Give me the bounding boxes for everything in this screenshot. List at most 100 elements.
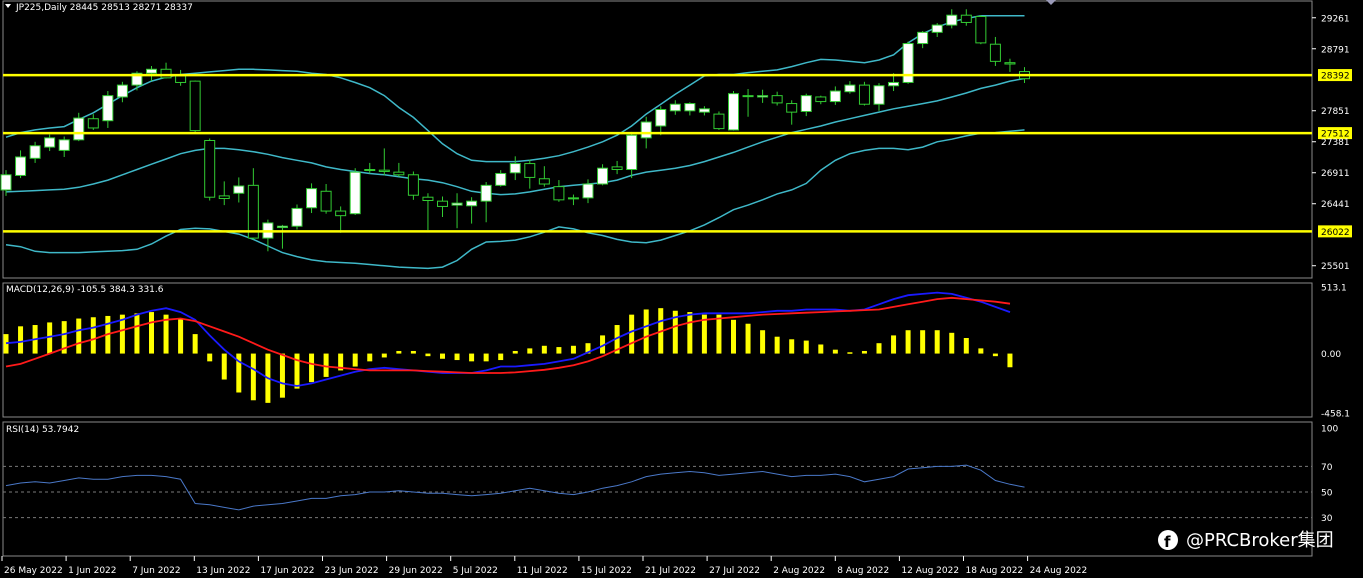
macd-histogram-bar [978,348,984,354]
macd-histogram-bar [847,352,853,354]
date-label: 8 Aug 2022 [837,566,889,576]
macd-histogram-bar [323,353,329,377]
macd-histogram-bar [876,343,882,354]
date-label: 23 Jun 2022 [325,566,379,576]
macd-histogram-bar [861,350,867,354]
date-label: 24 Aug 2022 [1030,566,1088,576]
candle-body [538,178,550,185]
candle-body [873,85,885,105]
rsi-tick-label: 30 [1321,514,1333,524]
candle-body [480,184,492,202]
macd-histogram-bar [949,332,955,354]
candle-body [844,84,856,93]
candle-body [902,43,914,83]
candle-body [204,139,216,198]
macd-histogram-bar [803,340,809,354]
macd-histogram-bar [396,350,402,354]
macd-histogram-bar [149,312,154,354]
candle-body [553,186,565,201]
macd-label: MACD(12,26,9) -105.5 384.3 331.6 [6,285,164,295]
candle-body [335,210,347,217]
candle-body [0,174,12,191]
candle-body [786,103,798,113]
candle-body [189,80,201,132]
candle-body [422,196,434,202]
price-tick-label: 26911 [1321,169,1350,179]
macd-tick-label: 0.00 [1321,350,1341,360]
macd-histogram-bar [76,318,82,354]
macd-histogram-bar [192,334,198,354]
symbol-label: JP225,Daily 28445 28513 28271 28337 [15,3,193,13]
macd-histogram-bar [789,339,795,354]
macd-histogram-bar [1007,353,1013,368]
candle-body [655,108,667,127]
candle-body [146,68,157,74]
price-tick-label: 27851 [1321,107,1350,117]
candle-body [451,202,463,206]
candle-body [509,163,521,174]
candle-body [946,14,958,26]
rsi-label: RSI(14) 53.7942 [6,425,79,435]
macd-histogram-bar [920,330,926,354]
macd-histogram-bar [891,335,897,354]
macd-histogram-bar [279,353,285,398]
macd-histogram-bar [774,336,780,354]
candle-body [393,171,405,176]
candle-body [713,113,725,130]
candle-body [888,81,900,87]
date-label: 29 Jun 2022 [389,566,443,576]
price-level-tag-label: 26022 [1321,228,1350,238]
macd-histogram-bar [716,314,722,354]
date-label: 13 Jun 2022 [196,566,250,576]
candle-body [73,117,85,141]
candle-body [102,95,114,122]
macd-histogram-bar [570,345,576,354]
rsi-tick-label: 50 [1321,489,1333,499]
candle-body [698,108,710,113]
macd-histogram-bar [731,319,736,354]
price-tick-label: 29261 [1321,14,1350,24]
macd-histogram-bar [905,330,911,354]
price-level-tag-label: 28392 [1321,72,1350,82]
candle-body [917,31,929,45]
macd-histogram-bar [440,353,445,359]
candle-body [15,156,27,176]
macd-histogram-bar [832,349,838,354]
candle-body [829,90,841,103]
candle-body [960,14,972,23]
candle-body [466,200,478,207]
macd-histogram-bar [745,323,751,354]
rsi-tick-label: 100 [1321,425,1338,435]
candle-body [567,197,579,200]
candle-body [29,145,41,159]
candle-body [728,93,739,131]
candle-body [306,188,318,209]
price-tick-label: 27381 [1321,138,1350,148]
macd-histogram-bar [425,353,431,357]
candle-body [87,118,99,129]
rsi-tick-label: 70 [1321,463,1333,473]
macd-histogram-bar [527,348,533,354]
candle-body [975,16,987,44]
macd-histogram-bar [309,353,315,383]
candle-body [684,103,696,112]
macd-histogram-bar [818,344,824,354]
candle-body [771,95,783,104]
macd-tick-label: 513.1 [1321,284,1347,294]
macd-histogram-bar [250,353,256,401]
candle-body [116,84,128,98]
date-label: 26 May 2022 [4,566,63,576]
macd-histogram-bar [760,330,766,354]
trading-chart: 2926128791283922785127512273812691126441… [0,0,1363,578]
price-tick-label: 28791 [1321,45,1350,55]
macd-histogram-bar [178,318,184,354]
candle-body [931,24,943,33]
date-label: 17 Jun 2022 [260,566,314,576]
macd-histogram-bar [18,326,24,354]
macd-histogram-bar [541,345,547,354]
macd-histogram-bar [207,353,213,362]
candle-body [495,172,507,186]
macd-histogram-bar [221,353,227,380]
facebook-glyph: f [1164,533,1171,551]
macd-histogram-bar [352,353,358,367]
